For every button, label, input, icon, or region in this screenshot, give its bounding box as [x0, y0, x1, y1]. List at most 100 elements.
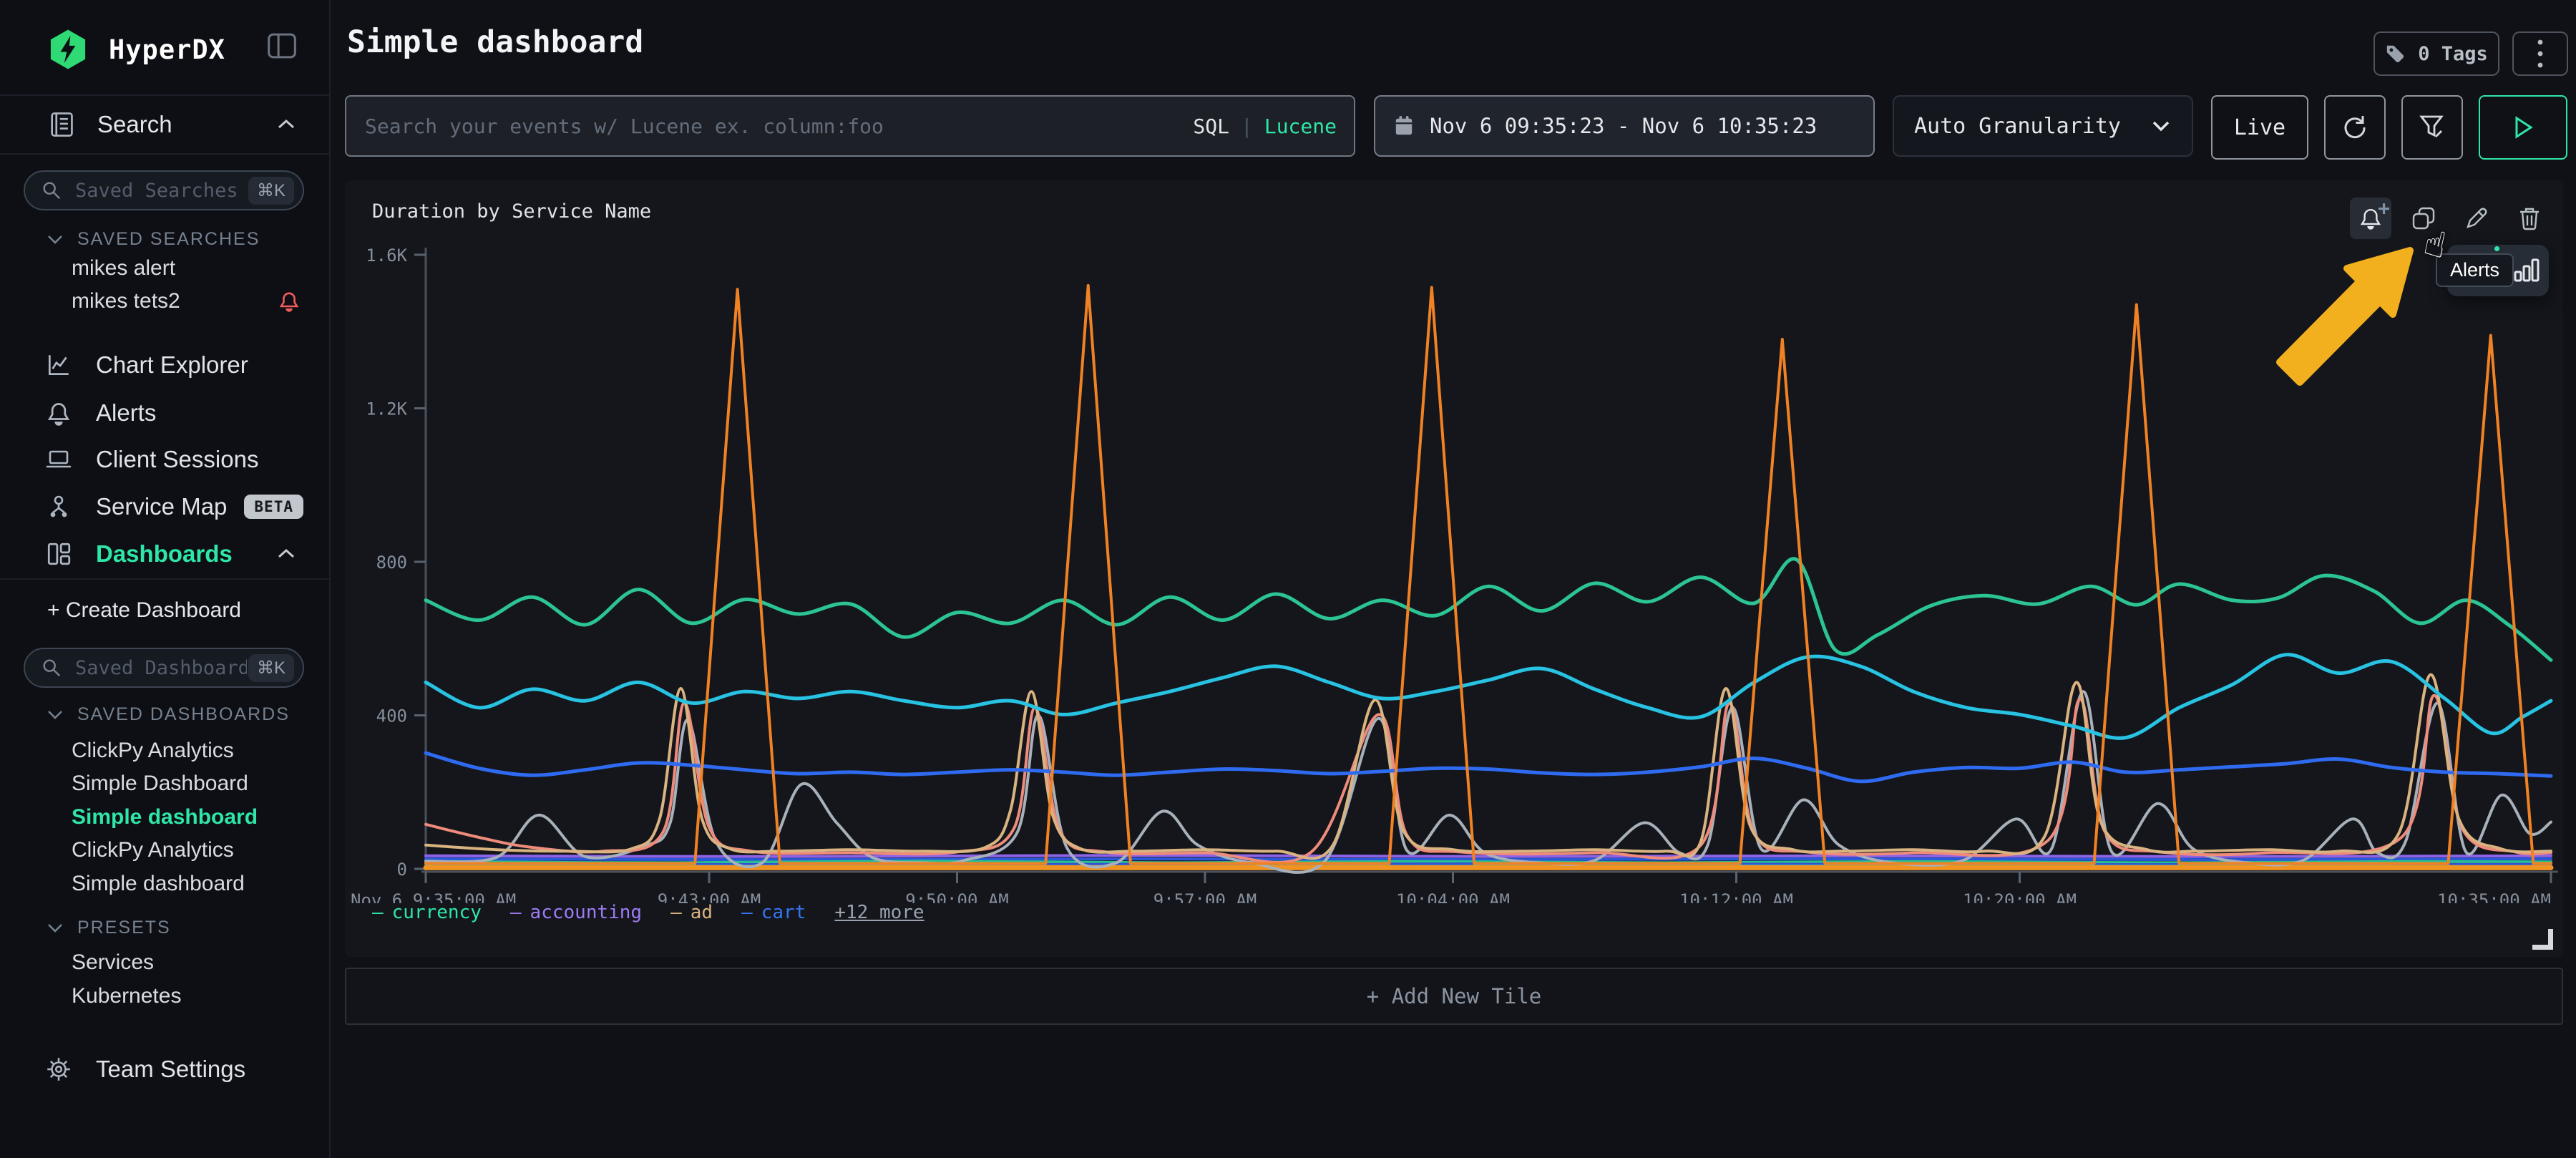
more-options-button[interactable]: [2512, 31, 2568, 76]
chevron-down-icon: [46, 709, 64, 721]
refresh-icon: [2341, 113, 2369, 142]
tags-button[interactable]: 0 Tags: [2373, 31, 2499, 76]
sidebar-item-alerts[interactable]: Alerts: [0, 393, 329, 433]
svg-text:10:12:00 AM: 10:12:00 AM: [1679, 890, 1793, 903]
annotation-arrow: [2254, 236, 2440, 401]
create-dashboard-button[interactable]: + Create Dashboard: [0, 594, 329, 627]
tags-count-label: 0 Tags: [2418, 43, 2488, 65]
dashboards-icon: [44, 540, 73, 568]
legend-label: currency: [392, 902, 482, 923]
sidebar-item-dashboards[interactable]: Dashboards: [0, 534, 329, 574]
bell-icon: [44, 399, 73, 427]
legend-swatch: —: [741, 902, 753, 923]
saved-dashboard-item[interactable]: Simple dashboard: [0, 867, 329, 900]
preset-item[interactable]: Services: [0, 946, 329, 979]
gear-icon: [44, 1056, 73, 1083]
legend-more-link[interactable]: +12 more: [834, 902, 924, 923]
tile-title: Duration by Service Name: [372, 200, 651, 223]
shortcut-badge: ⌘K: [248, 177, 294, 205]
legend-item-currency[interactable]: —currency: [372, 902, 482, 923]
legend-label: accounting: [530, 902, 643, 923]
alerts-tooltip: Alerts: [2447, 245, 2549, 296]
saved-dashboard-item[interactable]: ClickPy Analytics: [0, 834, 329, 867]
dashboard-label: ClickPy Analytics: [72, 838, 234, 862]
saved-searches-group-header[interactable]: SAVED SEARCHES: [46, 229, 260, 250]
saved-dashboard-item[interactable]: Simple Dashboard: [0, 767, 329, 800]
chevron-down-icon: [46, 923, 64, 934]
svg-text:800: 800: [376, 553, 407, 573]
saved-dashboard-item[interactable]: ClickPy Analytics: [0, 734, 329, 767]
chevron-down-icon: [2150, 120, 2172, 132]
chevron-up-icon: [275, 117, 298, 132]
saved-dashboards-group-header[interactable]: SAVED DASHBOARDS: [46, 704, 290, 725]
saved-dashboard-item-active[interactable]: Simple dashboard: [0, 801, 329, 834]
duration-line-chart[interactable]: 04008001.2K1.6KNov 6 9:35:00 AM9:43:00 A…: [345, 223, 2563, 903]
dashboard-tile: Duration by Service Name + 04008001.2K1.…: [345, 180, 2563, 957]
shortcut-badge: ⌘K: [248, 654, 294, 682]
saved-searches-input[interactable]: ⌘K: [24, 170, 304, 210]
svg-text:1.2K: 1.2K: [366, 399, 407, 419]
saved-search-item[interactable]: mikes alert: [0, 252, 329, 285]
granularity-select[interactable]: Auto Granularity: [1893, 95, 2193, 157]
play-icon: [2512, 115, 2534, 140]
add-tile-label: + Add New Tile: [1367, 984, 1541, 1008]
tile-resize-handle[interactable]: [2532, 929, 2553, 950]
search-icon: [41, 180, 62, 201]
kebab-menu-icon: [2537, 38, 2544, 69]
presets-group-header[interactable]: PRESETS: [46, 918, 171, 938]
chevron-down-icon: [46, 234, 64, 245]
saved-searches-field[interactable]: [74, 179, 248, 203]
saved-search-item[interactable]: mikes tets2: [0, 285, 329, 318]
query-language-toggle: SQL | Lucene: [1193, 115, 1337, 138]
granularity-value: Auto Granularity: [1914, 114, 2121, 139]
saved-dashboards-input[interactable]: ⌘K: [24, 648, 304, 688]
status-dot: [2494, 246, 2499, 251]
app-name: HyperDX: [109, 34, 225, 65]
legend-item-accounting[interactable]: — accounting: [510, 902, 642, 923]
preset-item[interactable]: Kubernetes: [0, 980, 329, 1013]
legend-item-cart[interactable]: —cart: [741, 902, 806, 923]
alert-bell-icon: [278, 289, 301, 313]
laptop-icon: [44, 446, 73, 473]
sidebar-item-client-sessions[interactable]: Client Sessions: [0, 439, 329, 480]
sql-toggle[interactable]: SQL: [1193, 115, 1229, 138]
run-query-button[interactable]: [2479, 95, 2567, 160]
sidebar-item-team-settings[interactable]: Team Settings: [0, 1049, 329, 1089]
refresh-button[interactable]: [2324, 95, 2386, 160]
chart-explorer-icon: [44, 351, 73, 379]
sidebar-item-service-map[interactable]: Service Map BETA: [0, 487, 329, 527]
service-map-icon: [44, 493, 73, 520]
group-label: SAVED SEARCHES: [77, 229, 260, 250]
sidebar-collapse-icon[interactable]: [266, 31, 298, 60]
group-label: PRESETS: [77, 918, 171, 938]
event-search-bar[interactable]: SQL | Lucene: [345, 95, 1355, 157]
app-logo[interactable]: HyperDX: [46, 27, 225, 72]
event-search-input[interactable]: [364, 114, 1193, 139]
dashboard-label: Simple dashboard: [72, 805, 258, 829]
menu-label: Team Settings: [96, 1056, 245, 1083]
date-range-picker[interactable]: Nov 6 09:35:23 - Nov 6 10:35:23: [1374, 95, 1875, 157]
chevron-up-icon: [275, 547, 298, 561]
sidebar-item-search[interactable]: Search: [0, 102, 329, 147]
search-icon: [41, 657, 62, 678]
filter-button[interactable]: [2401, 95, 2463, 160]
menu-label: Alerts: [96, 399, 156, 427]
saved-dashboards-field[interactable]: [74, 656, 248, 680]
tooltip-label: Alerts: [2436, 253, 2514, 287]
sidebar-item-chart-explorer[interactable]: Chart Explorer: [0, 345, 329, 385]
lucene-toggle[interactable]: Lucene: [1264, 115, 1337, 138]
create-dashboard-label: + Create Dashboard: [47, 598, 241, 623]
live-button[interactable]: Live: [2211, 95, 2308, 160]
saved-search-label: mikes tets2: [72, 289, 180, 313]
date-range-value: Nov 6 09:35:23 - Nov 6 10:35:23: [1430, 114, 1817, 138]
menu-label: Chart Explorer: [96, 351, 248, 379]
dashboard-label: Simple Dashboard: [72, 772, 248, 796]
legend-item-ad[interactable]: —ad: [670, 902, 713, 923]
tag-icon: [2385, 43, 2406, 64]
beta-badge: BETA: [244, 495, 303, 519]
divider: [0, 153, 329, 155]
add-new-tile-button[interactable]: + Add New Tile: [345, 968, 2563, 1025]
svg-text:400: 400: [376, 706, 407, 726]
menu-label: Service Map: [96, 493, 227, 520]
legend-swatch: —: [510, 902, 522, 923]
